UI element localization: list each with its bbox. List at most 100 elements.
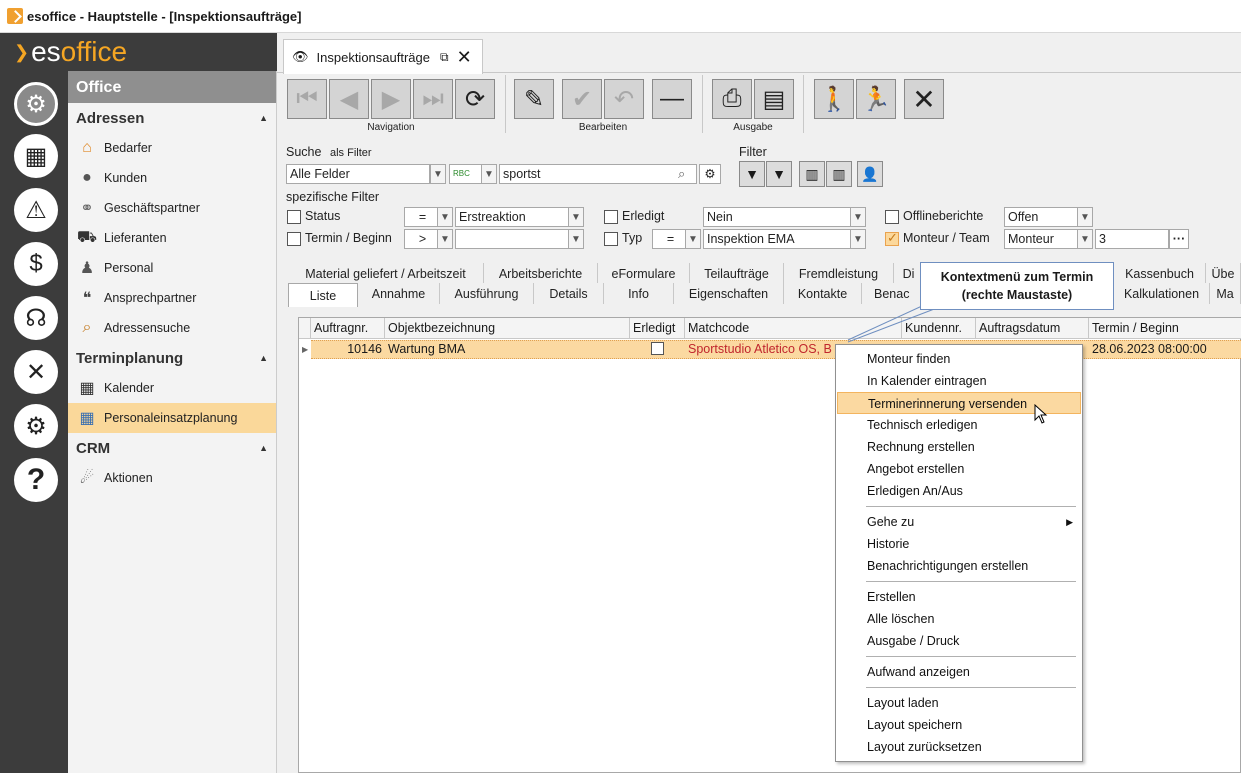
termin-checkbox[interactable] xyxy=(287,232,301,246)
refresh-button[interactable]: ⟳ xyxy=(455,79,495,119)
offline-checkbox[interactable] xyxy=(885,210,899,224)
typ-select[interactable]: Inspektion EMA xyxy=(703,229,851,249)
chevron-down-icon[interactable]: ▼ xyxy=(568,207,584,227)
search-icon[interactable]: ⌕ xyxy=(678,166,685,182)
col-auftragnr[interactable]: Auftragnr. xyxy=(311,318,385,339)
status-operator[interactable]: = xyxy=(404,207,438,227)
alarm-icon[interactable]: ⚠ xyxy=(14,188,58,232)
tools-icon[interactable]: ✕ xyxy=(14,350,58,394)
tab-uebe[interactable]: Übe xyxy=(1206,263,1241,284)
search-field-select[interactable]: Alle Felder xyxy=(286,164,430,184)
menu-item-in-kalender-eintragen[interactable]: In Kalender eintragen xyxy=(837,370,1081,392)
nav-item-kunden[interactable]: ● Kunden xyxy=(68,163,276,193)
monteur-checkbox[interactable] xyxy=(885,230,899,246)
erledigt-select[interactable]: Nein xyxy=(703,207,851,227)
collapse-icon[interactable]: ▲ xyxy=(259,113,268,123)
money-icon[interactable]: $ xyxy=(14,242,58,286)
chevron-down-icon[interactable]: ▼ xyxy=(430,164,446,184)
support-icon[interactable]: ☊ xyxy=(14,296,58,340)
nav-item-kalender[interactable]: ▦ Kalender xyxy=(68,373,276,403)
menu-item-erledigen-an-aus[interactable]: Erledigen An/Aus xyxy=(837,480,1081,502)
col-auftragsdatum[interactable]: Auftragsdatum xyxy=(976,318,1089,339)
tab-info[interactable]: Info xyxy=(604,283,674,304)
chevron-down-icon[interactable]: ▼ xyxy=(850,207,866,227)
export-button[interactable]: ▤ xyxy=(754,79,794,119)
print-button[interactable]: ⎙ xyxy=(712,79,752,119)
tab-material[interactable]: Material geliefert / Arbeitszeit xyxy=(288,263,484,284)
col-kundennr[interactable]: Kundennr. xyxy=(902,318,976,339)
building-filter-icon[interactable]: ▥ xyxy=(799,161,825,187)
nav-section-adressen[interactable]: Adressen ▲ xyxy=(68,103,276,133)
walk-icon-button[interactable]: 🚶 xyxy=(814,79,854,119)
tab-ma[interactable]: Ma xyxy=(1210,283,1241,304)
nav-item-ansprechpartner[interactable]: ❝ Ansprechpartner xyxy=(68,283,276,313)
tab-benachrichtigungen[interactable]: Benac xyxy=(862,283,922,304)
col-objektbezeichnung[interactable]: Objektbezeichnung xyxy=(385,318,630,339)
collapse-icon[interactable]: ▲ xyxy=(259,353,268,363)
tab-ausfuehrung[interactable]: Ausführung xyxy=(440,283,534,304)
chevron-down-icon[interactable]: ▼ xyxy=(1077,229,1093,249)
tab-arbeitsberichte[interactable]: Arbeitsberichte xyxy=(484,263,598,284)
help-icon[interactable]: ? xyxy=(14,458,58,502)
previous-record-button[interactable]: ◀ xyxy=(329,79,369,119)
tab-eformulare[interactable]: eFormulare xyxy=(598,263,690,284)
typ-checkbox[interactable] xyxy=(604,232,618,246)
menu-item-rechnung-erstellen[interactable]: Rechnung erstellen xyxy=(837,436,1081,458)
tab-annahme[interactable]: Annahme xyxy=(358,283,440,304)
nav-section-crm[interactable]: CRM ▲ xyxy=(68,433,276,463)
collapse-icon[interactable]: ▲ xyxy=(259,443,268,453)
planner-icon[interactable]: ▦ xyxy=(14,134,58,178)
tab-fremdleistung[interactable]: Fremdleistung xyxy=(784,263,894,284)
erledigt-checkbox[interactable] xyxy=(604,210,618,224)
save-button[interactable]: ✔ xyxy=(562,79,602,119)
undo-button[interactable]: ↶ xyxy=(604,79,644,119)
termin-value-field[interactable] xyxy=(455,229,569,249)
chevron-down-icon[interactable]: ▼ xyxy=(850,229,866,249)
tab-kalkulationen[interactable]: Kalkulationen xyxy=(1114,283,1210,304)
chevron-down-icon[interactable]: ▼ xyxy=(685,229,701,249)
building-filter2-icon[interactable]: ▥ xyxy=(826,161,852,187)
cell-erledigt-checkbox[interactable] xyxy=(651,342,664,355)
search-input[interactable]: sportst xyxy=(499,164,697,184)
nav-item-lieferanten[interactable]: ⛟ Lieferanten xyxy=(68,223,276,253)
menu-item-erstellen[interactable]: Erstellen xyxy=(837,586,1081,608)
last-record-button[interactable]: ⏭ xyxy=(413,79,453,119)
funnel-icon[interactable]: ▼ xyxy=(739,161,765,187)
chevron-down-icon[interactable]: ▼ xyxy=(568,229,584,249)
text-type-icon[interactable]: RBC xyxy=(449,164,483,184)
nav-item-aktionen[interactable]: ☄ Aktionen xyxy=(68,463,276,493)
close-icon[interactable]: ✕ xyxy=(457,47,472,68)
chevron-down-icon[interactable]: ▼ xyxy=(437,229,453,249)
tab-eigenschaften[interactable]: Eigenschaften xyxy=(674,283,784,304)
chevron-down-icon[interactable]: ▼ xyxy=(481,164,497,184)
menu-item-layout-speichern[interactable]: Layout speichern xyxy=(837,714,1081,736)
delete-button[interactable]: — xyxy=(652,79,692,119)
tab-details[interactable]: Details xyxy=(534,283,604,304)
menu-item-layout-laden[interactable]: Layout laden xyxy=(837,692,1081,714)
tab-liste[interactable]: Liste xyxy=(288,283,358,307)
menu-item-historie[interactable]: Historie xyxy=(837,533,1081,555)
close-view-button[interactable]: ✕ xyxy=(904,79,944,119)
next-record-button[interactable]: ▶ xyxy=(371,79,411,119)
office-icon[interactable]: ⚙ xyxy=(14,82,58,126)
menu-item-angebot-erstellen[interactable]: Angebot erstellen xyxy=(837,458,1081,480)
menu-item-gehe-zu[interactable]: Gehe zu ▶ xyxy=(837,511,1081,533)
more-button[interactable]: ··· xyxy=(1169,229,1189,249)
status-checkbox[interactable] xyxy=(287,210,301,224)
col-matchcode[interactable]: Matchcode xyxy=(685,318,902,339)
tab-kassenbuch[interactable]: Kassenbuch xyxy=(1114,263,1206,284)
menu-item-benachrichtigungen-erstellen[interactable]: Benachrichtigungen erstellen xyxy=(837,555,1081,577)
termin-operator[interactable]: > xyxy=(404,229,438,249)
gear-icon[interactable]: ⚙ xyxy=(699,164,721,184)
tab-inspektionsauftraege[interactable]: 👁 Inspektionsaufträge ⧉ ✕ xyxy=(283,39,483,74)
edit-button[interactable]: ✎ xyxy=(514,79,554,119)
chevron-down-icon[interactable]: ▼ xyxy=(437,207,453,227)
run-icon-button[interactable]: 🏃 xyxy=(856,79,896,119)
monteur-number-field[interactable]: 3 xyxy=(1095,229,1169,249)
person-filter-icon[interactable]: 👤 xyxy=(857,161,883,187)
menu-item-ausgabe-druck[interactable]: Ausgabe / Druck xyxy=(837,630,1081,652)
nav-section-terminplanung[interactable]: Terminplanung ▲ xyxy=(68,343,276,373)
settings-icon[interactable]: ⚙ xyxy=(14,404,58,448)
col-erledigt[interactable]: Erledigt xyxy=(630,318,685,339)
popout-icon[interactable]: ⧉ xyxy=(440,50,449,65)
